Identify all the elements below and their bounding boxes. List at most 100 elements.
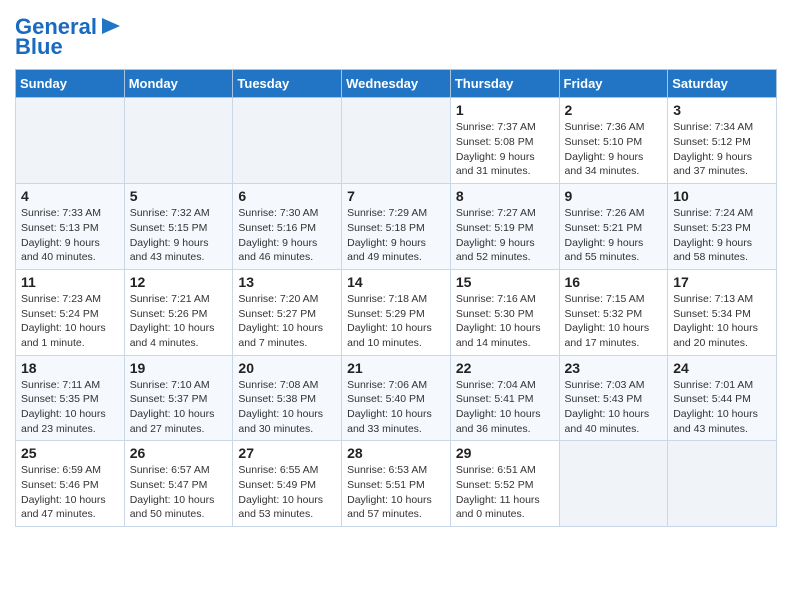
calendar-header-row: SundayMondayTuesdayWednesdayThursdayFrid… [16, 70, 777, 98]
day-info: Sunrise: 7:03 AM Sunset: 5:43 PM Dayligh… [565, 378, 663, 437]
day-info: Sunrise: 7:10 AM Sunset: 5:37 PM Dayligh… [130, 378, 228, 437]
day-number: 20 [238, 360, 336, 376]
page-header: General Blue [15, 15, 777, 59]
calendar-cell [559, 441, 668, 527]
day-info: Sunrise: 6:55 AM Sunset: 5:49 PM Dayligh… [238, 463, 336, 522]
calendar-cell [342, 98, 451, 184]
day-info: Sunrise: 7:13 AM Sunset: 5:34 PM Dayligh… [673, 292, 771, 351]
column-header-thursday: Thursday [450, 70, 559, 98]
calendar-cell [668, 441, 777, 527]
day-number: 1 [456, 102, 554, 118]
calendar-cell: 17 Sunrise: 7:13 AM Sunset: 5:34 PM Dayli… [668, 269, 777, 355]
calendar-cell: 28 Sunrise: 6:53 AM Sunset: 5:51 PM Dayli… [342, 441, 451, 527]
calendar-cell: 25Sunrise: 6:59 AM Sunset: 5:46 PM Dayli… [16, 441, 125, 527]
calendar-week-row: 18 Sunrise: 7:11 AM Sunset: 5:35 PM Dayli… [16, 355, 777, 441]
day-number: 10 [673, 188, 771, 204]
day-info: Sunrise: 7:18 AM Sunset: 5:29 PM Dayligh… [347, 292, 445, 351]
day-number: 26 [130, 445, 228, 461]
day-number: 25 [21, 445, 119, 461]
day-number: 18 [21, 360, 119, 376]
calendar-cell: 20 Sunrise: 7:08 AM Sunset: 5:38 PM Dayli… [233, 355, 342, 441]
day-number: 3 [673, 102, 771, 118]
day-info: Sunrise: 7:21 AM Sunset: 5:26 PM Dayligh… [130, 292, 228, 351]
calendar-cell: 6 Sunrise: 7:30 AM Sunset: 5:16 PM Daylig… [233, 184, 342, 270]
logo-arrow-icon [102, 18, 120, 34]
day-number: 8 [456, 188, 554, 204]
calendar-cell: 18 Sunrise: 7:11 AM Sunset: 5:35 PM Dayli… [16, 355, 125, 441]
day-number: 21 [347, 360, 445, 376]
column-header-wednesday: Wednesday [342, 70, 451, 98]
day-info: Sunrise: 7:08 AM Sunset: 5:38 PM Dayligh… [238, 378, 336, 437]
calendar-week-row: 11 Sunrise: 7:23 AM Sunset: 5:24 PM Dayli… [16, 269, 777, 355]
calendar-cell: 2 Sunrise: 7:36 AM Sunset: 5:10 PM Daylig… [559, 98, 668, 184]
day-number: 5 [130, 188, 228, 204]
day-info: Sunrise: 7:15 AM Sunset: 5:32 PM Dayligh… [565, 292, 663, 351]
calendar-week-row: 4 Sunrise: 7:33 AM Sunset: 5:13 PM Daylig… [16, 184, 777, 270]
day-number: 7 [347, 188, 445, 204]
day-info: Sunrise: 7:04 AM Sunset: 5:41 PM Dayligh… [456, 378, 554, 437]
day-number: 14 [347, 274, 445, 290]
column-header-sunday: Sunday [16, 70, 125, 98]
calendar-cell: 21Sunrise: 7:06 AM Sunset: 5:40 PM Dayli… [342, 355, 451, 441]
day-number: 19 [130, 360, 228, 376]
day-info: Sunrise: 7:30 AM Sunset: 5:16 PM Dayligh… [238, 206, 336, 265]
day-info: Sunrise: 7:11 AM Sunset: 5:35 PM Dayligh… [21, 378, 119, 437]
day-info: Sunrise: 7:20 AM Sunset: 5:27 PM Dayligh… [238, 292, 336, 351]
column-header-friday: Friday [559, 70, 668, 98]
day-info: Sunrise: 7:37 AM Sunset: 5:08 PM Dayligh… [456, 120, 554, 179]
column-header-monday: Monday [124, 70, 233, 98]
day-info: Sunrise: 7:29 AM Sunset: 5:18 PM Dayligh… [347, 206, 445, 265]
calendar-cell: 9Sunrise: 7:26 AM Sunset: 5:21 PM Daylig… [559, 184, 668, 270]
logo: General Blue [15, 15, 120, 59]
day-info: Sunrise: 7:24 AM Sunset: 5:23 PM Dayligh… [673, 206, 771, 265]
day-number: 2 [565, 102, 663, 118]
calendar-table: SundayMondayTuesdayWednesdayThursdayFrid… [15, 69, 777, 527]
calendar-week-row: 25Sunrise: 6:59 AM Sunset: 5:46 PM Dayli… [16, 441, 777, 527]
calendar-cell: 22 Sunrise: 7:04 AM Sunset: 5:41 PM Dayli… [450, 355, 559, 441]
calendar-cell: 15Sunrise: 7:16 AM Sunset: 5:30 PM Dayli… [450, 269, 559, 355]
day-number: 13 [238, 274, 336, 290]
calendar-cell: 16 Sunrise: 7:15 AM Sunset: 5:32 PM Dayli… [559, 269, 668, 355]
calendar-cell: 27 Sunrise: 6:55 AM Sunset: 5:49 PM Dayli… [233, 441, 342, 527]
column-header-tuesday: Tuesday [233, 70, 342, 98]
day-number: 11 [21, 274, 119, 290]
calendar-cell: 14 Sunrise: 7:18 AM Sunset: 5:29 PM Dayli… [342, 269, 451, 355]
calendar-cell: 13 Sunrise: 7:20 AM Sunset: 5:27 PM Dayli… [233, 269, 342, 355]
calendar-cell [233, 98, 342, 184]
calendar-cell: 26 Sunrise: 6:57 AM Sunset: 5:47 PM Dayli… [124, 441, 233, 527]
calendar-cell: 11 Sunrise: 7:23 AM Sunset: 5:24 PM Dayli… [16, 269, 125, 355]
day-number: 24 [673, 360, 771, 376]
day-number: 28 [347, 445, 445, 461]
calendar-cell: 23 Sunrise: 7:03 AM Sunset: 5:43 PM Dayli… [559, 355, 668, 441]
calendar-cell: 5 Sunrise: 7:32 AM Sunset: 5:15 PM Daylig… [124, 184, 233, 270]
day-number: 27 [238, 445, 336, 461]
day-number: 17 [673, 274, 771, 290]
day-info: Sunrise: 7:23 AM Sunset: 5:24 PM Dayligh… [21, 292, 119, 351]
day-info: Sunrise: 7:33 AM Sunset: 5:13 PM Dayligh… [21, 206, 119, 265]
day-info: Sunrise: 7:32 AM Sunset: 5:15 PM Dayligh… [130, 206, 228, 265]
day-info: Sunrise: 7:34 AM Sunset: 5:12 PM Dayligh… [673, 120, 771, 179]
day-number: 6 [238, 188, 336, 204]
calendar-cell: 8 Sunrise: 7:27 AM Sunset: 5:19 PM Daylig… [450, 184, 559, 270]
logo-text-line2: Blue [15, 35, 63, 59]
calendar-cell: 10 Sunrise: 7:24 AM Sunset: 5:23 PM Dayli… [668, 184, 777, 270]
day-info: Sunrise: 7:01 AM Sunset: 5:44 PM Dayligh… [673, 378, 771, 437]
day-info: Sunrise: 7:36 AM Sunset: 5:10 PM Dayligh… [565, 120, 663, 179]
day-number: 22 [456, 360, 554, 376]
day-info: Sunrise: 7:27 AM Sunset: 5:19 PM Dayligh… [456, 206, 554, 265]
calendar-cell: 7 Sunrise: 7:29 AM Sunset: 5:18 PM Daylig… [342, 184, 451, 270]
calendar-cell [124, 98, 233, 184]
day-number: 29 [456, 445, 554, 461]
calendar-cell: 19 Sunrise: 7:10 AM Sunset: 5:37 PM Dayli… [124, 355, 233, 441]
day-number: 16 [565, 274, 663, 290]
calendar-cell: 3 Sunrise: 7:34 AM Sunset: 5:12 PM Daylig… [668, 98, 777, 184]
day-number: 4 [21, 188, 119, 204]
column-header-saturday: Saturday [668, 70, 777, 98]
calendar-cell [16, 98, 125, 184]
day-info: Sunrise: 6:57 AM Sunset: 5:47 PM Dayligh… [130, 463, 228, 522]
calendar-cell: 4 Sunrise: 7:33 AM Sunset: 5:13 PM Daylig… [16, 184, 125, 270]
day-number: 23 [565, 360, 663, 376]
day-number: 15 [456, 274, 554, 290]
day-info: Sunrise: 6:53 AM Sunset: 5:51 PM Dayligh… [347, 463, 445, 522]
calendar-week-row: 1 Sunrise: 7:37 AM Sunset: 5:08 PM Daylig… [16, 98, 777, 184]
